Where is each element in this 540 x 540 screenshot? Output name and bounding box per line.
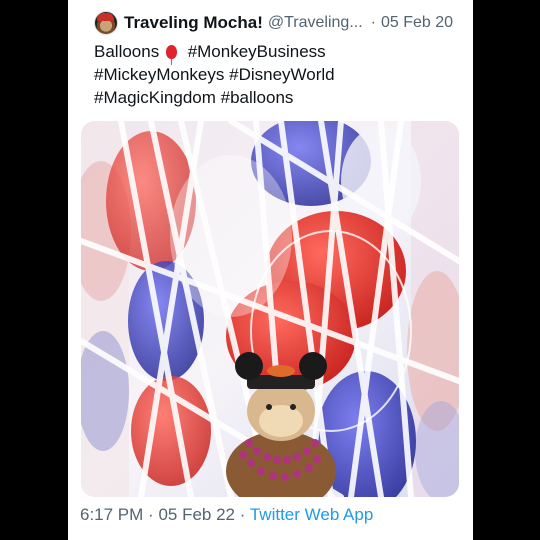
tweet-full-date[interactable]: 05 Feb 22 [158,505,235,524]
author-handle[interactable]: @Traveling... [268,14,363,32]
photo-icon [81,121,459,497]
tweet-footer: 6:17 PM · 05 Feb 22 · Twitter Web App [80,505,373,525]
tweet-text-line-3: #MagicKingdom #balloons [94,86,464,109]
tweet-text-line-2: #MickeyMonkeys #DisneyWorld [94,63,464,86]
tweet-text-line-1: Balloons #MonkeyBusiness [94,40,464,65]
hashtag-link[interactable]: #DisneyWorld [229,65,335,84]
tweet-card: Traveling Mocha! @Traveling... · 05 Feb … [68,0,473,540]
author-name[interactable]: Traveling Mocha! [124,13,263,33]
footer-separator: · [239,505,246,524]
hashtag-link[interactable]: #MickeyMonkeys [94,65,224,84]
tweet-word-balloons: Balloons [94,42,160,61]
tweet-header: Traveling Mocha! @Traveling... · 05 Feb … [94,10,469,36]
tweet-time[interactable]: 6:17 PM [80,505,143,524]
hashtag-link[interactable]: #balloons [221,88,294,107]
tweet-date[interactable]: 05 Feb 20 [381,14,453,32]
hashtag-link[interactable]: #MonkeyBusiness [188,42,326,61]
footer-separator: · [148,505,154,524]
balloon-icon [165,45,177,65]
avatar[interactable] [94,11,118,35]
hashtag-link[interactable]: #MagicKingdom [94,88,216,107]
tweet-source-link[interactable]: Twitter Web App [250,505,373,524]
header-separator: · [370,14,376,31]
tweet-photo[interactable] [81,121,459,497]
tweet-text: Balloons #MonkeyBusiness #MickeyMonkeys … [94,40,464,109]
